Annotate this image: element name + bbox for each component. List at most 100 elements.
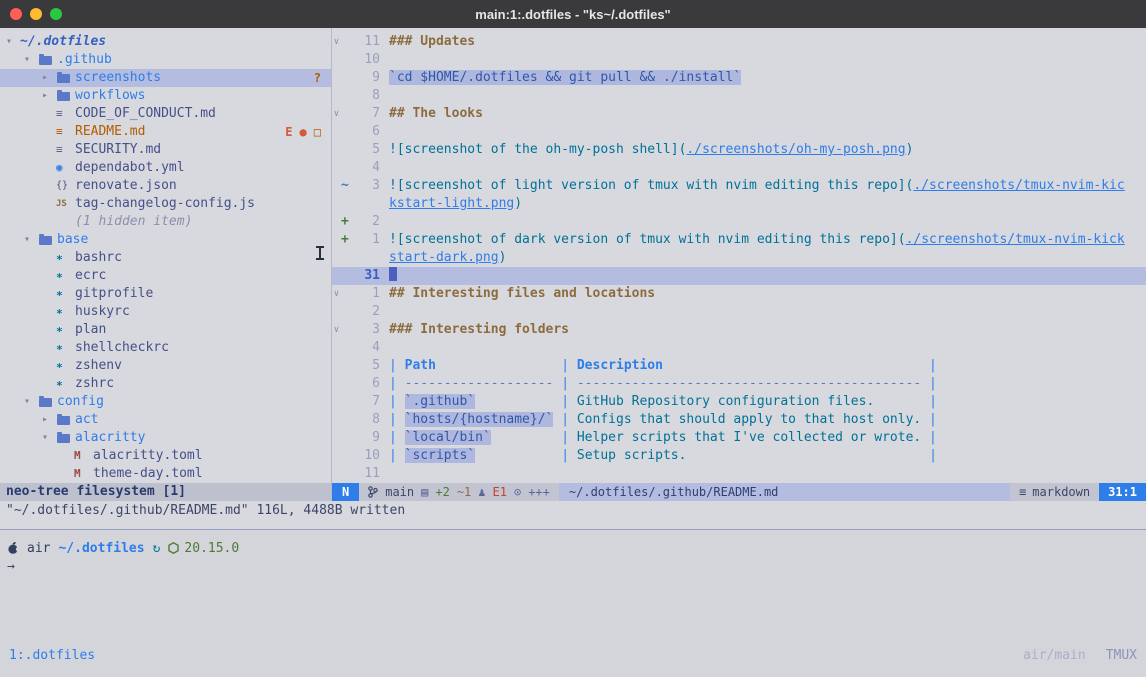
minimize-button[interactable] (30, 8, 42, 20)
editor-line[interactable]: start-dark.png) (332, 249, 1146, 267)
shell-file-icon: ∗ (56, 339, 75, 357)
sidebar-item-ecrc[interactable]: ∗ecrc (0, 267, 331, 285)
line-number: 5 (350, 141, 380, 159)
sidebar-item-readme-md[interactable]: ≡README.mdE●□ (0, 123, 331, 141)
editor-line[interactable]: 10 (332, 51, 1146, 69)
line-text (380, 267, 397, 285)
text-segment: | (921, 394, 937, 409)
line-text: start-dark.png) (380, 249, 506, 267)
sidebar-item-1-hidden-item[interactable]: (1 hidden item) (0, 213, 331, 231)
editor-line[interactable]: 11 (332, 465, 1146, 483)
text-segment: | (389, 394, 405, 409)
folder-icon (57, 92, 70, 101)
sidebar-item-label: CODE_OF_CONDUCT.md (75, 105, 216, 123)
editor-line[interactable]: +1![screenshot of dark version of tmux w… (332, 231, 1146, 249)
editor-line[interactable]: 6| ------------------- | ---------------… (332, 375, 1146, 393)
editor-line[interactable]: kstart-light.png) (332, 195, 1146, 213)
text-segment: ------------------- (405, 376, 554, 391)
editor-line[interactable]: 31 (332, 267, 1146, 285)
fold-marker: ∨ (332, 285, 341, 303)
close-button[interactable] (10, 8, 22, 20)
diagnostics-icon: ♟ (478, 483, 485, 501)
fold-marker (332, 465, 341, 483)
shell-input-line[interactable]: → (7, 557, 1146, 575)
editor-line[interactable]: 5| Path | Description | (332, 357, 1146, 375)
sidebar-item-alacritty-toml[interactable]: Malacritty.toml (0, 447, 331, 465)
git-sign: + (341, 231, 350, 249)
sidebar-item-theme-day-toml[interactable]: Mtheme-day.toml (0, 465, 331, 483)
sidebar-item-dotfiles[interactable]: ▾~/.dotfiles (0, 33, 331, 51)
sidebar-item-alacritty[interactable]: ▾alacritty (0, 429, 331, 447)
sidebar-item-base[interactable]: ▾base (0, 231, 331, 249)
sidebar-item-zshrc[interactable]: ∗zshrc (0, 375, 331, 393)
command-line-message: "~/.dotfiles/.github/README.md" 116L, 44… (0, 501, 1146, 520)
sidebar-item-zshenv[interactable]: ∗zshenv (0, 357, 331, 375)
fold-marker (332, 375, 341, 393)
sidebar-item-label: bashrc (75, 249, 122, 267)
editor-line[interactable]: 6 (332, 123, 1146, 141)
editor-line[interactable]: 9| `local/bin` | Helper scripts that I'v… (332, 429, 1146, 447)
item-badges: E●□ (285, 123, 331, 141)
fold-marker (332, 303, 341, 321)
tmux-statusbar: 1:.dotfiles air/main TMUX (0, 644, 1146, 666)
sidebar-item-label: config (57, 393, 104, 411)
doc-file-icon: ≡ (56, 141, 75, 159)
chevron-down-icon[interactable]: ▾ (24, 51, 38, 69)
text-segment: ## The looks (389, 106, 483, 121)
editor-line[interactable]: ∨7## The looks (332, 105, 1146, 123)
fold-marker (332, 141, 341, 159)
chevron-down-icon[interactable]: ▾ (6, 33, 20, 51)
chevron-down-icon[interactable]: ▾ (24, 231, 38, 249)
editor-line[interactable]: 2 (332, 303, 1146, 321)
sidebar-item-tag-changelog-config-js[interactable]: JStag-changelog-config.js (0, 195, 331, 213)
git-sign (341, 123, 350, 141)
text-segment: | (921, 412, 937, 427)
editor-line[interactable]: 9`cd $HOME/.dotfiles && git pull && ./in… (332, 69, 1146, 87)
sidebar-items: ▾~/.dotfiles▾.github▸screenshots?▸workfl… (0, 33, 331, 483)
editor-line[interactable]: 4 (332, 339, 1146, 357)
sidebar-item-github[interactable]: ▾.github (0, 51, 331, 69)
chevron-right-icon[interactable]: ▸ (42, 87, 56, 105)
editor-line[interactable]: +2 (332, 213, 1146, 231)
git-branch-name: main (385, 483, 414, 501)
editor-line[interactable]: 10| `scripts` | Setup scripts. | (332, 447, 1146, 465)
editor-line[interactable]: 7| `.github` | GitHub Repository configu… (332, 393, 1146, 411)
sidebar-item-screenshots[interactable]: ▸screenshots? (0, 69, 331, 87)
editor-line[interactable]: 4 (332, 159, 1146, 177)
editor-line[interactable]: ∨1## Interesting files and locations (332, 285, 1146, 303)
editor-pane[interactable]: ∨11### Updates109`cd $HOME/.dotfiles && … (332, 28, 1146, 501)
zoom-button[interactable] (50, 8, 62, 20)
sidebar-item-config[interactable]: ▾ config (0, 393, 331, 411)
editor-line[interactable]: 5![screenshot of the oh-my-posh shell](.… (332, 141, 1146, 159)
chevron-down-icon[interactable]: ▾ (24, 393, 38, 411)
sidebar-item-dependabot-yml[interactable]: ◉dependabot.yml (0, 159, 331, 177)
editor-line[interactable]: ∨11### Updates (332, 33, 1146, 51)
sidebar-item-renovate-json[interactable]: {}renovate.json (0, 177, 331, 195)
editor-line[interactable]: ∨3### Interesting folders (332, 321, 1146, 339)
sidebar-item-huskyrc[interactable]: ∗huskyrc (0, 303, 331, 321)
git-branch-icon (368, 486, 378, 498)
sidebar-item-bashrc[interactable]: ∗bashrc (0, 249, 331, 267)
shell-file-icon: ∗ (56, 303, 75, 321)
sidebar-item-label: screenshots (75, 69, 161, 87)
sidebar-item-act[interactable]: ▸act (0, 411, 331, 429)
line-number: 4 (350, 339, 380, 357)
sidebar-item-workflows[interactable]: ▸ workflows (0, 87, 331, 105)
sidebar-item-security-md[interactable]: ≡SECURITY.md (0, 141, 331, 159)
sidebar-item-label: workflows (75, 87, 145, 105)
editor-line[interactable]: 8 (332, 87, 1146, 105)
sidebar-item-label: (1 hidden item) (75, 213, 192, 231)
editor-line[interactable]: ~3![screenshot of light version of tmux … (332, 177, 1146, 195)
tmux-window-item[interactable]: 1:.dotfiles (9, 648, 95, 663)
sidebar-item-label: gitprofile (75, 285, 153, 303)
chevron-right-icon[interactable]: ▸ (42, 69, 56, 87)
editor-line[interactable]: 8| `hosts/{hostname}/` | Configs that sh… (332, 411, 1146, 429)
sidebar-item-shellcheckrc[interactable]: ∗shellcheckrc (0, 339, 331, 357)
sidebar-item-plan[interactable]: ∗plan (0, 321, 331, 339)
shell-pane[interactable]: air ~/.dotfiles ↻ 20.15.0 → (0, 530, 1146, 644)
sidebar-item-gitprofile[interactable]: ∗gitprofile (0, 285, 331, 303)
sidebar-item-code-of-conduct-md[interactable]: ≡CODE_OF_CONDUCT.md (0, 105, 331, 123)
chevron-down-icon[interactable]: ▾ (42, 429, 56, 447)
line-text: kstart-light.png) (380, 195, 522, 213)
chevron-right-icon[interactable]: ▸ (42, 411, 56, 429)
